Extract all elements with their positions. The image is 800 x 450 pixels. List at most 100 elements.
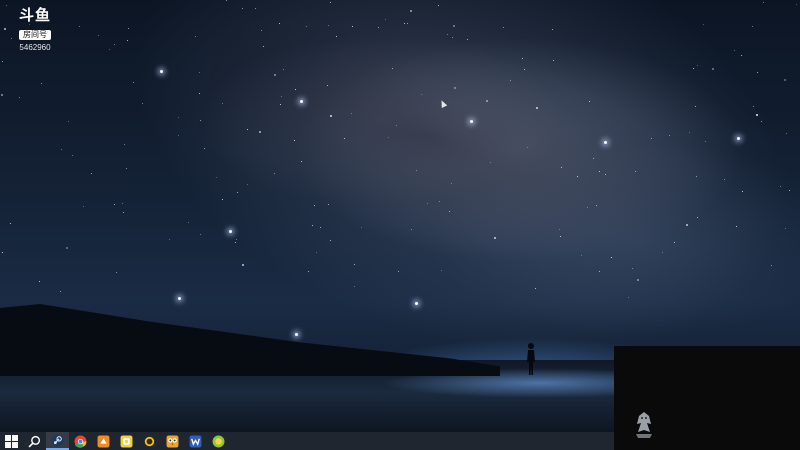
star — [510, 80, 511, 81]
star — [61, 149, 62, 150]
bright-star — [604, 141, 607, 144]
search-icon — [28, 435, 41, 447]
star — [354, 286, 355, 287]
star — [247, 184, 248, 185]
star — [527, 147, 528, 148]
star — [122, 203, 123, 204]
star — [330, 2, 331, 3]
star — [1, 94, 3, 96]
star — [127, 40, 128, 41]
star — [216, 177, 217, 178]
star — [98, 35, 99, 36]
star — [330, 240, 331, 241]
star — [314, 205, 315, 206]
star — [316, 252, 317, 253]
star — [411, 229, 412, 230]
star — [752, 26, 753, 27]
taskbar-app-owl[interactable] — [161, 432, 184, 450]
taskbar-app-green[interactable] — [207, 432, 230, 450]
star — [785, 228, 786, 229]
star — [599, 171, 600, 172]
star — [142, 103, 143, 104]
star — [235, 242, 236, 243]
star — [674, 242, 675, 243]
star — [66, 247, 68, 249]
bright-star — [415, 302, 418, 305]
star — [330, 115, 332, 117]
star — [494, 237, 496, 239]
douyu-logo: 斗鱼 房间号 5462960 — [10, 8, 60, 53]
bright-star — [300, 100, 303, 103]
star — [242, 264, 244, 266]
green-app-icon — [212, 435, 225, 447]
star — [559, 229, 560, 230]
star — [398, 271, 399, 272]
star — [451, 183, 452, 184]
star — [226, 0, 227, 1]
star — [724, 179, 725, 180]
star — [274, 173, 275, 174]
star — [83, 206, 84, 207]
taskbar-app-steam[interactable] — [46, 432, 69, 450]
search-button[interactable] — [23, 432, 46, 450]
star — [605, 174, 606, 175]
taskbar-app-blue[interactable] — [184, 432, 207, 450]
star — [416, 170, 417, 171]
star — [427, 203, 428, 204]
star — [712, 68, 714, 70]
star — [536, 107, 538, 109]
logo-title: 斗鱼 — [18, 7, 51, 24]
star — [294, 140, 295, 141]
star — [453, 25, 455, 27]
star — [222, 103, 223, 104]
star — [757, 72, 758, 73]
star — [637, 279, 639, 281]
taskbar-app-yellow[interactable] — [115, 432, 138, 450]
star — [697, 65, 698, 66]
star — [695, 106, 696, 107]
star — [756, 114, 758, 116]
star — [454, 87, 456, 89]
character-icon — [636, 412, 652, 438]
star — [178, 135, 179, 136]
yellow-app-icon — [120, 435, 133, 447]
star — [263, 46, 264, 47]
logo-subtitle: 房间号 — [19, 30, 51, 40]
star — [188, 222, 189, 223]
start-icon — [5, 434, 18, 448]
start-button[interactable] — [0, 432, 23, 450]
star — [392, 68, 393, 69]
star — [467, 39, 468, 40]
taskbar-app-orange[interactable] — [92, 432, 115, 450]
bright-star — [160, 70, 163, 73]
star — [447, 34, 448, 35]
star — [490, 162, 491, 163]
taskbar-app-chrome[interactable] — [69, 432, 92, 450]
star — [736, 226, 737, 227]
star — [72, 155, 73, 156]
star — [741, 55, 742, 56]
star — [280, 104, 281, 105]
star — [784, 79, 786, 81]
star — [128, 28, 129, 29]
star — [421, 94, 422, 95]
star — [10, 223, 11, 224]
star — [259, 131, 261, 133]
bright-star — [470, 120, 473, 123]
star — [312, 225, 313, 226]
star — [336, 36, 337, 37]
star — [686, 224, 688, 226]
star — [301, 161, 302, 162]
taskbar-app-ring[interactable] — [138, 432, 161, 450]
star — [696, 176, 697, 177]
star — [552, 29, 553, 30]
orange-app-icon — [97, 435, 110, 447]
star — [651, 138, 652, 139]
taskbar — [0, 432, 614, 450]
star — [247, 129, 248, 130]
star — [327, 85, 328, 86]
star — [410, 10, 412, 12]
star — [320, 227, 321, 228]
star — [439, 201, 440, 202]
star — [753, 106, 754, 107]
